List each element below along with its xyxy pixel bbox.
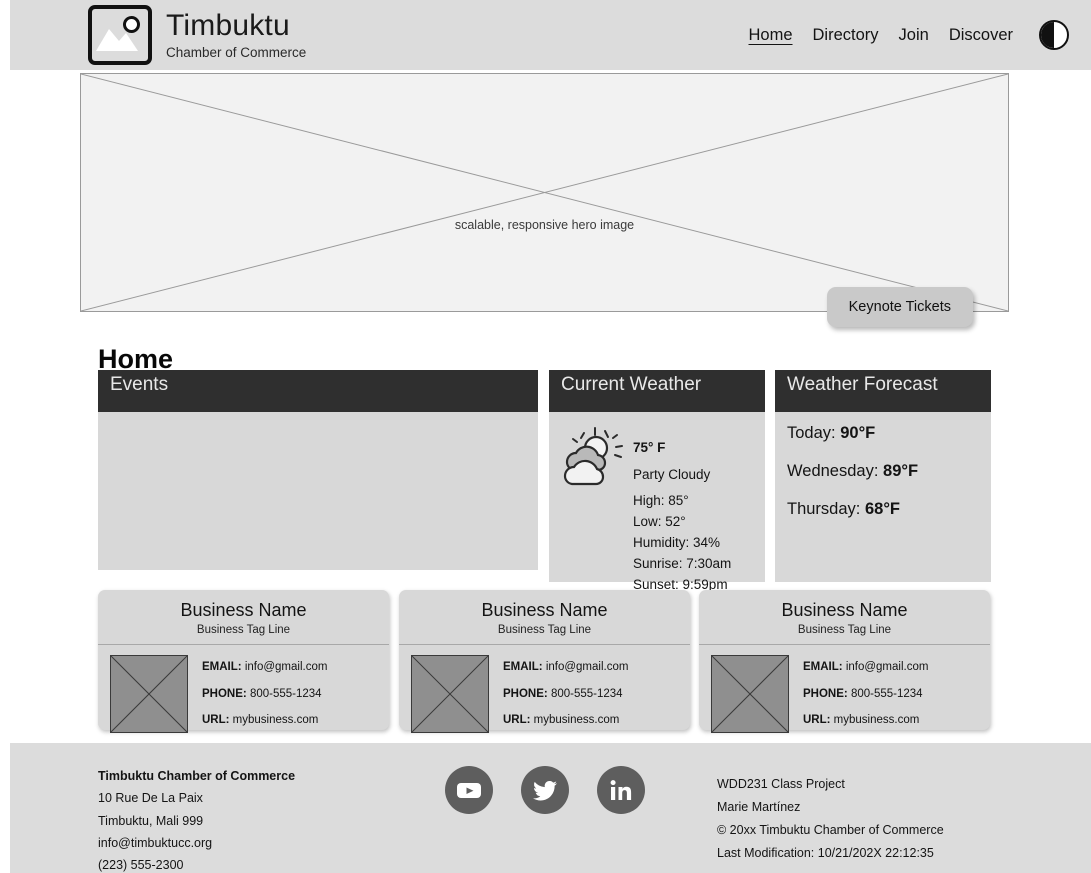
forecast-day: Thursday: <box>787 500 861 518</box>
business-phone-label: PHONE: <box>503 687 548 700</box>
youtube-icon[interactable] <box>445 766 493 814</box>
forecast-day: Today: <box>787 424 836 442</box>
weather-forecast-card: Weather Forecast Today: 90°F Wednesday: … <box>775 370 991 582</box>
business-card-header: Business Name Business Tag Line <box>98 590 389 636</box>
dark-mode-contrast-icon[interactable] <box>1039 20 1069 50</box>
site-header: Timbuktu Chamber of Commerce Home Direct… <box>10 0 1091 70</box>
business-card-header: Business Name Business Tag Line <box>699 590 990 636</box>
logo-sun-icon <box>123 16 140 33</box>
footer-phone[interactable]: (223) 555-2300 <box>98 854 295 873</box>
forecast-temp: 68°F <box>864 500 900 518</box>
business-email: info@gmail.com <box>244 661 328 673</box>
events-card-title: Events <box>98 370 538 412</box>
current-condition: Party Cloudy <box>633 466 711 482</box>
image-placeholder-icon <box>88 5 152 65</box>
events-card: Events <box>98 370 538 570</box>
business-phone: 800-555-1234 <box>850 687 923 700</box>
business-name: Business Name <box>180 600 307 620</box>
current-sunrise: Sunrise: 7:30am <box>633 555 732 571</box>
main-nav: Home Directory Join Discover <box>749 20 1069 50</box>
nav-item-directory[interactable]: Directory <box>813 26 879 45</box>
current-high: High: 85° <box>633 492 689 508</box>
business-card-header: Business Name Business Tag Line <box>399 590 690 636</box>
business-url[interactable]: mybusiness.com <box>233 714 319 726</box>
events-card-body <box>98 412 538 570</box>
image-placeholder-icon <box>711 655 789 733</box>
business-email-label: EMAIL: <box>503 661 543 673</box>
business-card[interactable]: Business Name Business Tag Line EMAIL: i… <box>399 590 690 733</box>
forecast-row: Thursday: 68°F <box>787 500 991 519</box>
hero-image-placeholder: scalable, responsive hero image Keynote … <box>80 73 1009 327</box>
current-weather-body: 75° F Party Cloudy High: 85° Low: 52° Hu… <box>549 412 765 592</box>
business-tagline: Business Tag Line <box>196 624 291 636</box>
business-tagline: Business Tag Line <box>797 624 892 636</box>
page-root: Timbuktu Chamber of Commerce Home Direct… <box>0 0 1091 873</box>
weather-forecast-title: Weather Forecast <box>775 370 991 412</box>
business-url-label: URL: <box>503 714 531 727</box>
business-tagline: Business Tag Line <box>497 624 592 636</box>
business-url[interactable]: mybusiness.com <box>534 714 620 726</box>
business-url[interactable]: mybusiness.com <box>834 714 920 726</box>
business-url-label: URL: <box>202 714 230 727</box>
business-name: Business Name <box>781 600 908 620</box>
business-email-label: EMAIL: <box>803 661 843 673</box>
brand-title: Timbuktu <box>166 8 290 42</box>
brand-subtitle: Chamber of Commerce <box>166 44 307 60</box>
current-weather-card: Current Weather 75° F Party Cloudy High:… <box>549 370 765 592</box>
business-phone: 800-555-1234 <box>249 687 322 700</box>
business-url-label: URL: <box>803 714 831 727</box>
forecast-temp: 90°F <box>840 424 876 442</box>
business-email: info@gmail.com <box>545 661 629 673</box>
footer-address-line2: Timbuktu, Mali 999 <box>98 813 204 828</box>
footer-copyright: © 20xx Timbuktu Chamber of Commerce <box>717 823 944 838</box>
image-placeholder-icon <box>110 655 188 733</box>
nav-item-join[interactable]: Join <box>899 26 929 45</box>
forecast-row: Wednesday: 89°F <box>787 462 991 481</box>
business-phone: 800-555-1234 <box>550 687 623 700</box>
social-links <box>445 766 645 814</box>
business-name: Business Name <box>481 600 608 620</box>
current-weather-title: Current Weather <box>549 370 765 412</box>
footer-last-modification: Last Modification: 10/21/202X 22:12:35 <box>717 846 934 861</box>
weather-forecast-body: Today: 90°F Wednesday: 89°F Thursday: 68… <box>775 412 991 582</box>
forecast-row: Today: 90°F <box>787 424 991 443</box>
keynote-tickets-button[interactable]: Keynote Tickets <box>826 287 973 327</box>
business-card[interactable]: Business Name Business Tag Line EMAIL: i… <box>699 590 990 733</box>
business-card[interactable]: Business Name Business Tag Line EMAIL: i… <box>98 590 389 733</box>
image-placeholder-icon <box>411 655 489 733</box>
twitter-icon[interactable] <box>521 766 569 814</box>
business-phone-label: PHONE: <box>803 687 848 700</box>
footer-address-line1: 10 Rue De La Paix <box>98 791 203 806</box>
current-humidity: Humidity: 34% <box>633 534 721 550</box>
brand[interactable]: Timbuktu Chamber of Commerce <box>88 5 306 65</box>
footer-project: WDD231 Class Project <box>717 777 845 791</box>
nav-item-home[interactable]: Home <box>749 26 793 45</box>
linkedin-icon[interactable] <box>597 766 645 814</box>
business-phone-label: PHONE: <box>202 687 247 700</box>
hero-caption: scalable, responsive hero image <box>454 218 635 232</box>
business-email-label: EMAIL: <box>202 661 242 673</box>
footer-meta-block: WDD231 Class Project Marie Martínez © 20… <box>717 773 944 866</box>
current-low: Low: 52° <box>633 513 686 529</box>
site-footer: Timbuktu Chamber of Commerce 10 Rue De L… <box>10 743 1091 873</box>
footer-author: Marie Martínez <box>717 800 801 815</box>
footer-email[interactable]: info@timbuktucc.org <box>98 832 295 854</box>
forecast-day: Wednesday: <box>787 462 879 480</box>
footer-org-name: Timbuktu Chamber of Commerce <box>98 769 296 783</box>
nav-item-discover[interactable]: Discover <box>949 26 1013 45</box>
current-temperature: 75° F <box>633 440 666 455</box>
sun-behind-cloud-icon <box>563 427 623 486</box>
footer-contact-block: Timbuktu Chamber of Commerce 10 Rue De L… <box>98 765 295 873</box>
forecast-temp: 89°F <box>883 462 919 480</box>
business-email: info@gmail.com <box>845 661 929 673</box>
